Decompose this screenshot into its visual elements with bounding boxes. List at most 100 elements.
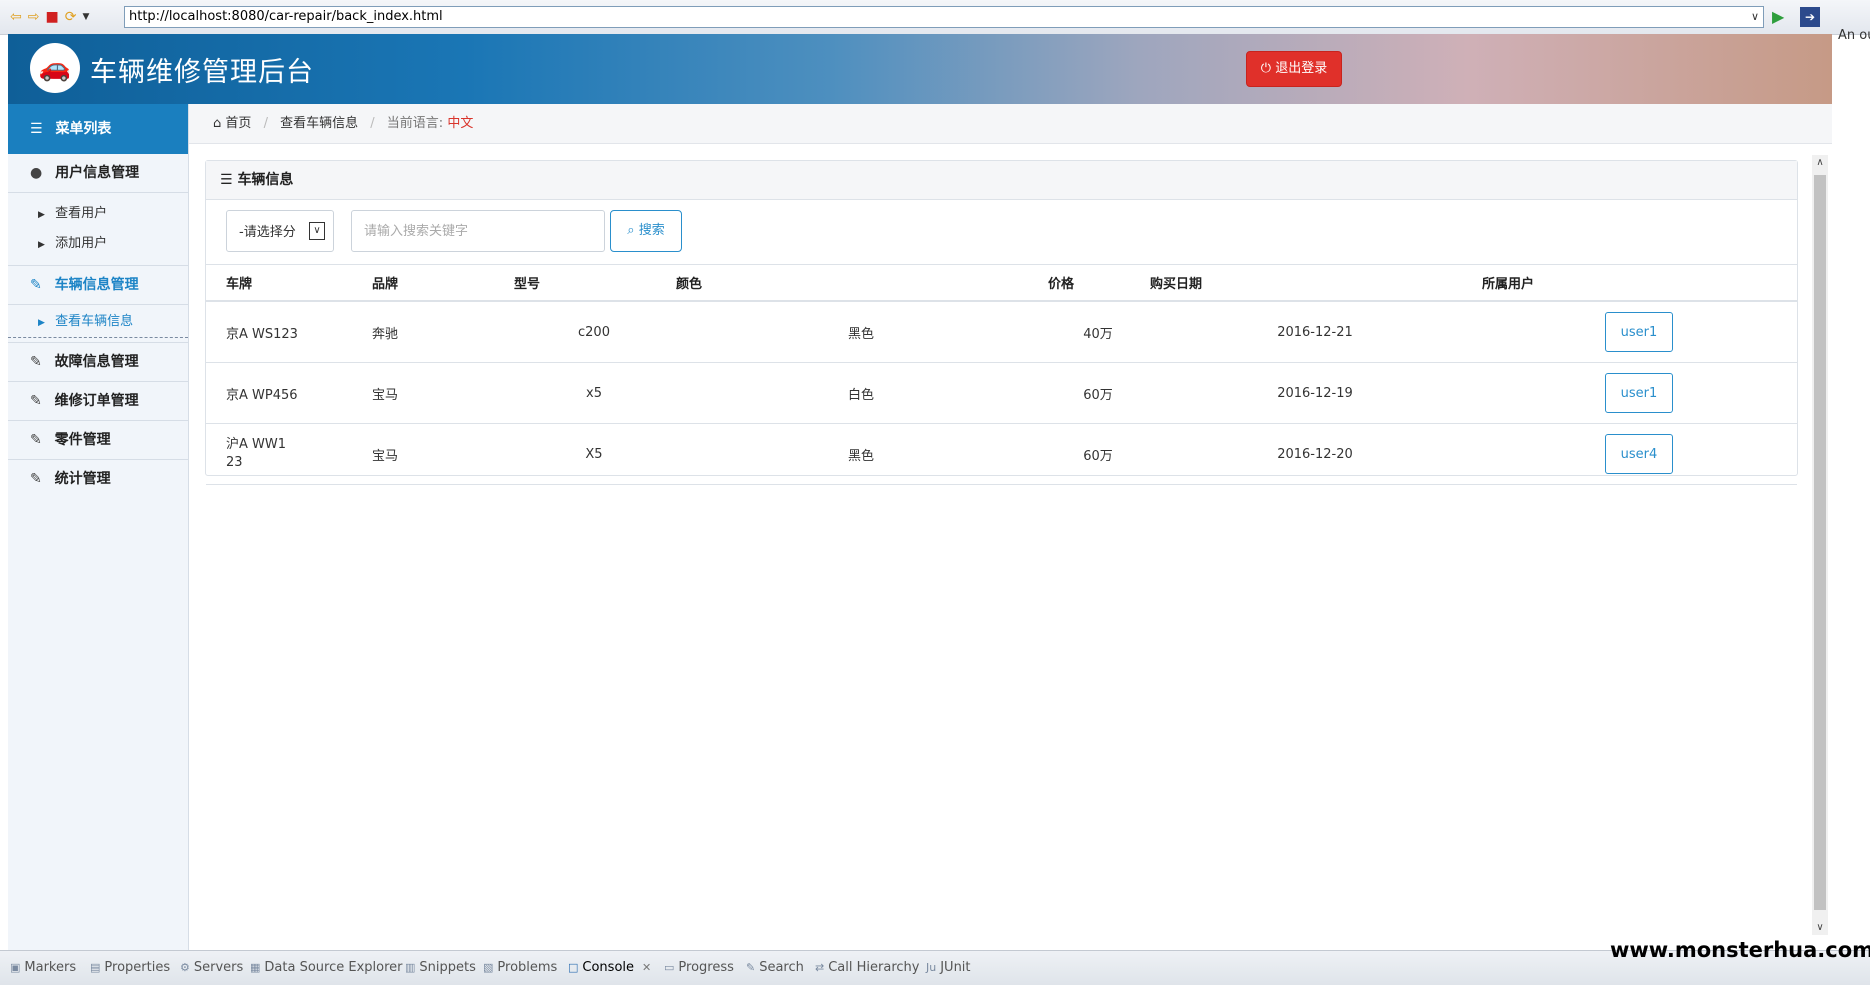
cell-color: 黑色 [675,301,1047,363]
junit-icon: Ju [926,961,937,974]
tab-label: Problems [497,960,558,975]
scroll-up-icon[interactable]: ∧ [1812,155,1828,171]
cell-plate: 京A WS123 [206,301,357,363]
cell-plate: 沪A WW123 [206,423,357,485]
logo: 🚗 [30,43,80,93]
menu-title: 菜单列表 [55,121,112,137]
close-icon[interactable]: ✕ [642,961,651,974]
console-icon: □ [568,961,579,974]
snippets-icon: ▥ [405,961,416,974]
url-dropdown-icon[interactable]: ∨ [1751,7,1759,27]
tab-junit[interactable]: Ju JUnit [926,960,971,975]
sidebar-item-view-users[interactable]: ▶ 查看用户 [8,199,188,229]
url-field[interactable]: http://localhost:8080/car-repair/back_in… [124,6,1764,28]
owner-button[interactable]: user1 [1605,373,1673,413]
tab-label: Search [759,960,804,975]
scroll-thumb[interactable] [1814,175,1826,910]
breadcrumb-home[interactable]: 首页 [225,116,251,131]
sidebar-item-label: 查看用户 [55,206,108,221]
table-header-row: 车牌 品牌 型号 颜色 价格 购买日期 所属用户 [206,265,1797,302]
tab-data-source-explorer[interactable]: ▦ Data Source Explorer [250,960,403,975]
caret-right-icon: ▶ [38,318,45,328]
table-row: 沪A WW123 宝马 X5 黑色 60万 2016-12-20 user4 [206,423,1797,485]
forward-icon[interactable]: ⇨ [28,8,40,26]
dropdown-icon[interactable]: ▼ [82,8,89,26]
external-browser-icon[interactable]: ➔ [1800,7,1820,27]
cell-price: 40万 [1047,301,1149,363]
cell-brand: 奔驰 [357,301,513,363]
sidebar-item-view-cars[interactable]: ▶ 查看车辆信息 [8,307,188,338]
cell-price: 60万 [1047,423,1149,485]
tab-console[interactable]: □ Console ✕ [568,960,651,975]
sidebar-group-label: 零件管理 [54,432,111,448]
cell-color: 白色 [675,362,1047,424]
language-label: 当前语言: [386,116,444,131]
cell-model: c200 [513,301,675,363]
search-label: 搜索 [638,223,665,238]
col-brand: 品牌 [357,265,513,302]
tab-call-hierarchy[interactable]: ⇄ Call Hierarchy [815,960,919,975]
problems-icon: ▧ [483,961,494,974]
cell-brand: 宝马 [357,362,513,424]
tab-markers[interactable]: ▣ Markers [10,960,76,975]
side-note: An ou [1838,28,1870,43]
cell-owner: user1 [1481,362,1797,424]
refresh-icon[interactable]: ⟳ [65,8,77,26]
owner-button[interactable]: user1 [1605,312,1673,352]
sidebar-group-parts[interactable]: ✎ 零件管理 [8,421,188,460]
back-icon[interactable]: ⇦ [10,8,22,26]
tab-problems[interactable]: ▧ Problems [483,960,557,975]
breadcrumb: ⌂ 首页 / 查看车辆信息 / 当前语言: 中文 [189,104,1832,144]
progress-icon: ▭ [664,961,675,974]
tab-label: Progress [678,960,734,975]
sidebar-group-label: 统计管理 [54,471,111,487]
cell-plate-text: 沪A WW123 [226,437,287,470]
sidebar-group-user[interactable]: ● 用户信息管理 [8,154,188,193]
tab-progress[interactable]: ▭ Progress [664,960,734,975]
logout-label: 退出登录 [1275,61,1328,76]
tab-label: JUnit [940,960,971,975]
search-button[interactable]: ⌕ 搜索 [610,210,682,252]
search-input[interactable] [351,210,605,252]
ide-view-tabs: ▣ Markers ▤ Properties ⚙ Servers ▦ Data Sour… [0,950,1870,985]
tab-search[interactable]: ✎ Search [746,960,804,975]
search-toolbar: -请选择分 ∨ ⌕ 搜索 [206,200,1797,265]
tab-label: Properties [104,960,171,975]
scroll-down-icon[interactable]: ∨ [1812,921,1828,935]
search-icon: ⌕ [627,223,635,238]
search-icon: ✎ [746,961,756,974]
page-scrollbar[interactable]: ∧ ∨ [1812,155,1828,935]
tab-servers[interactable]: ⚙ Servers [180,960,243,975]
go-icon[interactable]: ▶ [1772,7,1784,26]
panel-title: 车辆信息 [237,172,294,188]
language-value[interactable]: 中文 [447,116,473,131]
url-text: http://localhost:8080/car-repair/back_in… [129,9,443,24]
data-source-icon: ▦ [250,961,261,974]
sidebar-group-fault[interactable]: ✎ 故障信息管理 [8,343,188,382]
col-purchase-date: 购买日期 [1149,265,1481,302]
tab-properties[interactable]: ▤ Properties [90,960,170,975]
owner-button[interactable]: user4 [1605,434,1673,474]
app-title: 车辆维修管理后台 [90,57,314,88]
edit-icon: ✎ [30,432,42,448]
category-select-value: -请选择分 [239,225,296,240]
list-icon: ☰ [30,121,43,137]
logout-button[interactable]: ⏻ 退出登录 [1246,51,1342,87]
category-select[interactable]: -请选择分 ∨ [226,210,334,252]
sidebar-group-car[interactable]: ✎ 车辆信息管理 [8,266,188,305]
cell-purchase-date: 2016-12-21 [1149,301,1481,363]
sidebar-group-label: 车辆信息管理 [54,277,139,293]
col-plate: 车牌 [206,265,357,302]
sidebar-item-add-user[interactable]: ▶ 添加用户 [8,229,188,259]
properties-icon: ▤ [90,961,101,974]
cell-purchase-date: 2016-12-19 [1149,362,1481,424]
stop-icon[interactable]: ■ [45,8,58,26]
servers-icon: ⚙ [180,961,190,974]
breadcrumb-current: 查看车辆信息 [280,116,359,131]
list-icon: ☰ [220,172,233,188]
sidebar-group-stats[interactable]: ✎ 统计管理 [8,460,188,498]
tab-snippets[interactable]: ▥ Snippets [405,960,476,975]
browser-nav-icons: ⇦ ⇨ ■ ⟳ ▼ [10,8,89,26]
table-row: 京A WS123 奔驰 c200 黑色 40万 2016-12-21 user1 [206,301,1797,363]
sidebar-group-orders[interactable]: ✎ 维修订单管理 [8,382,188,421]
